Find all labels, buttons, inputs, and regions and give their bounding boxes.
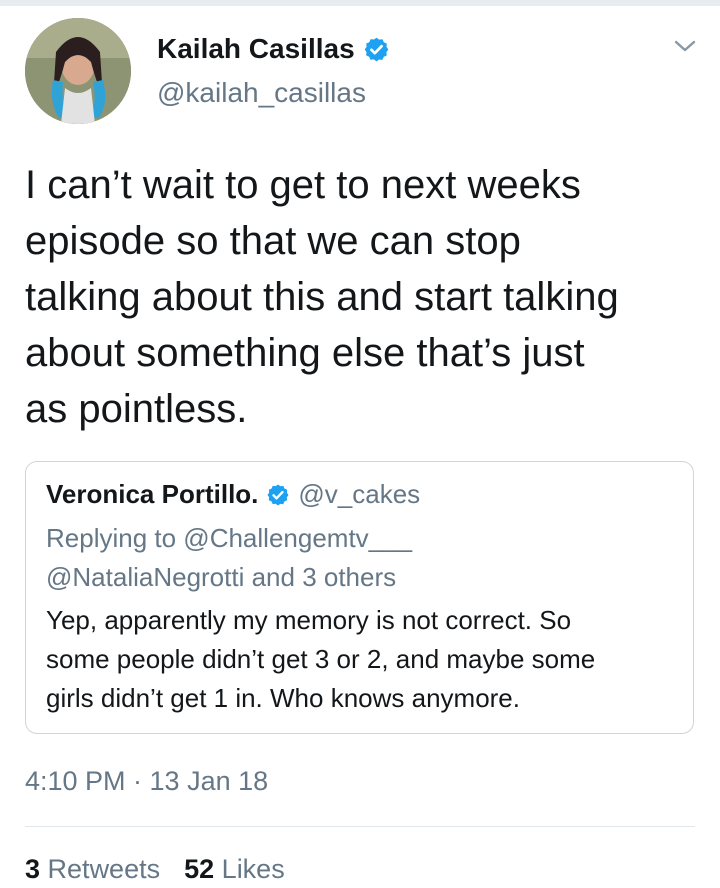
- replying-to-line-1: Replying to @Challengemtv___: [46, 523, 413, 553]
- avatar-image: [25, 18, 131, 124]
- likes-stat[interactable]: 52 Likes: [184, 852, 285, 886]
- quoted-author-handle: @v_cakes: [298, 479, 421, 509]
- replying-to: Replying to @Challengemtv___ @NataliaNeg…: [46, 519, 676, 597]
- retweets-stat[interactable]: 3 Retweets: [25, 852, 160, 886]
- author-name-row[interactable]: Kailah Casillas: [157, 32, 390, 66]
- replying-to-line-2: @NataliaNegrotti and 3 others: [46, 562, 397, 592]
- engagement-stats: 3 Retweets 52 Likes: [25, 852, 285, 886]
- avatar[interactable]: [25, 18, 131, 124]
- likes-label: Likes: [221, 854, 285, 884]
- tweet-timestamp[interactable]: 4:10 PM · 13 Jan 18: [25, 764, 268, 798]
- verified-badge-icon: [364, 37, 388, 61]
- quoted-author-display-name: Veronica Portillo.: [46, 479, 259, 509]
- stats-divider: [25, 826, 695, 827]
- top-divider: [0, 0, 720, 6]
- likes-count: 52: [184, 854, 215, 884]
- quoted-tweet-card[interactable]: Veronica Portillo. @v_cakes Replying to …: [25, 461, 694, 734]
- chevron-down-icon[interactable]: [672, 36, 698, 56]
- author-display-name[interactable]: Kailah Casillas: [157, 32, 355, 66]
- quoted-author-row: Veronica Portillo. @v_cakes: [46, 479, 420, 510]
- quoted-tweet-text: Yep, apparently my memory is not correct…: [46, 605, 596, 713]
- author-handle[interactable]: @kailah_casillas: [157, 76, 366, 110]
- verified-badge-icon: [267, 484, 289, 505]
- tweet-text: I can’t wait to get to next weeks episod…: [25, 163, 619, 431]
- retweets-label: Retweets: [47, 854, 161, 884]
- retweets-count: 3: [25, 854, 41, 884]
